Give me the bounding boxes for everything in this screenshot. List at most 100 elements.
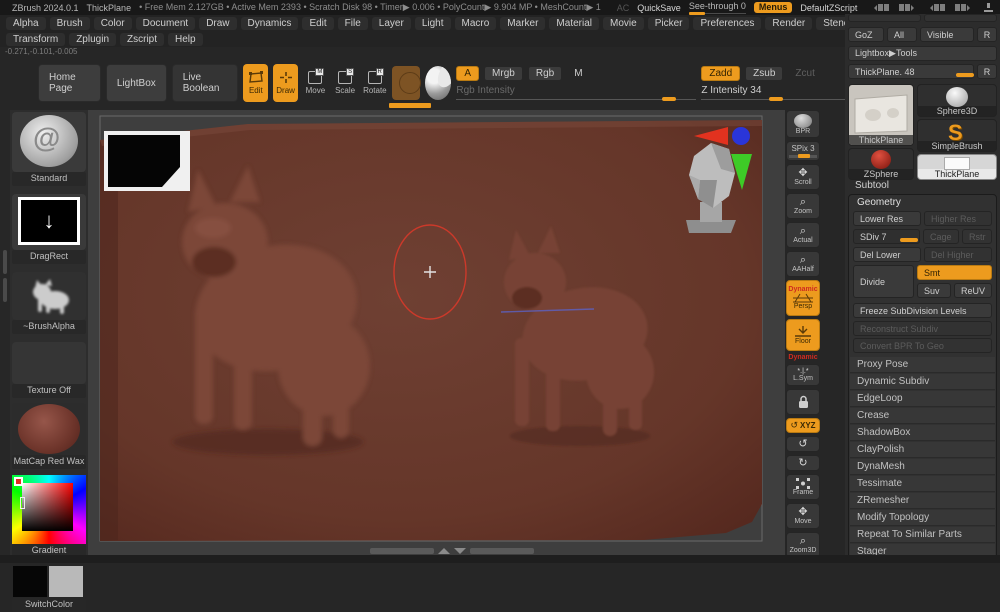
section-edgeloop[interactable]: EdgeLoop: [850, 391, 995, 407]
current-stroke-icon[interactable]: [392, 66, 422, 100]
section-modify-topology[interactable]: Modify Topology: [850, 510, 995, 526]
z-intensity-handle[interactable]: [769, 97, 784, 101]
menu-material[interactable]: Material: [549, 17, 599, 30]
scroll-bar-left[interactable]: [370, 548, 434, 554]
see-through-slider[interactable]: See-through 0: [688, 1, 746, 15]
menu-help[interactable]: Help: [168, 33, 203, 46]
menus-button[interactable]: Menus: [753, 2, 793, 13]
rotate-xyz-button[interactable]: ↺ XYZ: [786, 418, 820, 433]
palette-left-icon[interactable]: [927, 4, 946, 11]
default-zscript-button[interactable]: DefaultZScript: [800, 3, 857, 13]
transparency-lock-button[interactable]: [786, 389, 820, 415]
section-shadowbox[interactable]: ShadowBox: [850, 425, 995, 441]
home-page-button[interactable]: Home Page: [38, 64, 101, 102]
persp-button[interactable]: Dynamic Persp: [786, 280, 820, 316]
z-axis-icon[interactable]: [732, 127, 750, 145]
minimize-icon[interactable]: [983, 3, 994, 12]
r-button-top[interactable]: R: [977, 27, 997, 42]
scale-mode-button[interactable]: S Scale: [333, 64, 358, 102]
menu-document[interactable]: Document: [135, 17, 196, 30]
reconstruct-subdiv-button[interactable]: Reconstruct Subdiv: [853, 321, 992, 336]
sdiv-handle[interactable]: [900, 238, 918, 242]
m-button[interactable]: M: [567, 66, 589, 81]
zsub-button[interactable]: Zsub: [745, 66, 784, 81]
menu-edit[interactable]: Edit: [302, 17, 334, 30]
saturation-value-box[interactable]: [22, 483, 73, 531]
sdiv-slider[interactable]: SDiv 7: [853, 229, 920, 244]
left-tray-scrollbar[interactable]: [0, 110, 10, 563]
menu-dynamics[interactable]: Dynamics: [240, 17, 299, 30]
secondary-color-swatch[interactable]: [49, 566, 83, 597]
tool-thumb-thickplane-selected[interactable]: ThickPlane: [917, 154, 997, 180]
section-dynamesh[interactable]: DynaMesh: [850, 459, 995, 475]
del-lower-button[interactable]: Del Lower: [853, 247, 921, 262]
current-material-thumb[interactable]: [12, 403, 86, 455]
a-button[interactable]: A: [456, 66, 480, 81]
section-tessimate[interactable]: Tessimate: [850, 476, 995, 492]
lightbox-tools-button[interactable]: Lightbox▶Tools: [848, 46, 997, 61]
reuv-button[interactable]: ReUV: [953, 283, 992, 298]
tool-thumb-thickplane-large[interactable]: ThickPlane: [848, 84, 914, 146]
menu-zscript[interactable]: Zscript: [120, 33, 165, 46]
higher-res-button[interactable]: Higher Res: [924, 211, 992, 226]
menu-color[interactable]: Color: [93, 17, 132, 30]
divider-right-icon[interactable]: [899, 4, 917, 11]
convert-bpr-button[interactable]: Convert BPR To Geo: [853, 338, 992, 353]
cage-button[interactable]: Cage: [923, 229, 959, 244]
all-button[interactable]: All: [887, 27, 917, 42]
section-crease[interactable]: Crease: [850, 408, 995, 424]
section-proxy-pose[interactable]: Proxy Pose: [850, 357, 995, 373]
spix-handle[interactable]: [798, 154, 810, 158]
section-repeat-to-similar[interactable]: Repeat To Similar Parts: [850, 527, 995, 543]
zadd-button[interactable]: Zadd: [701, 66, 741, 81]
canvas-bottom-scrollbar[interactable]: [370, 548, 534, 554]
document-canvas[interactable]: [88, 110, 785, 555]
menu-render[interactable]: Render: [765, 17, 813, 30]
menu-marker[interactable]: Marker: [500, 17, 546, 30]
move-mode-button[interactable]: M Move: [303, 64, 328, 102]
suv-toggle[interactable]: Suv: [916, 283, 951, 298]
mrgb-button[interactable]: Mrgb: [484, 66, 523, 81]
actual-button[interactable]: ⌕ Actual: [786, 222, 820, 248]
rgb-button[interactable]: Rgb: [527, 66, 563, 81]
scroll-button[interactable]: ✥ Scroll: [786, 164, 820, 190]
edit-mode-button[interactable]: Edit: [243, 64, 269, 102]
menu-light[interactable]: Light: [414, 17, 451, 30]
r-button-slider[interactable]: R: [977, 64, 997, 79]
current-stroke-thumb[interactable]: ↓: [12, 194, 86, 250]
switch-color-widget[interactable]: [12, 565, 86, 598]
local-symmetry-button[interactable]: *.|.* L.Sym: [786, 364, 820, 386]
menu-file[interactable]: File: [337, 17, 368, 30]
section-dynamic-subdiv[interactable]: Dynamic Subdiv: [850, 374, 995, 390]
divide-button[interactable]: Divide: [853, 265, 914, 298]
menu-brush[interactable]: Brush: [49, 17, 90, 30]
menu-preferences[interactable]: Preferences: [693, 17, 762, 30]
visible-button[interactable]: Visible: [920, 27, 974, 42]
current-material-icon[interactable]: [425, 66, 452, 100]
menu-picker[interactable]: Picker: [647, 17, 690, 30]
freeze-subdivision-button[interactable]: Freeze SubDivision Levels: [853, 303, 992, 318]
live-boolean-button[interactable]: Live Boolean: [171, 64, 239, 102]
rgb-intensity-handle[interactable]: [662, 97, 677, 101]
menu-layer[interactable]: Layer: [371, 17, 411, 30]
section-zremesher[interactable]: ZRemesher: [850, 493, 995, 509]
rotate-mode-button[interactable]: R Rotate: [362, 64, 387, 102]
current-brush-thumb[interactable]: [12, 112, 86, 172]
move-3d-button[interactable]: ✥ Move: [786, 503, 820, 529]
aahalf-button[interactable]: ⌕ AAHalf: [786, 251, 820, 277]
color-picker[interactable]: [12, 475, 86, 544]
menu-draw[interactable]: Draw: [199, 17, 237, 30]
del-higher-button[interactable]: Del Higher: [924, 247, 992, 262]
current-texture-thumb[interactable]: [12, 342, 86, 384]
tool-thumb-zsphere[interactable]: ZSphere: [848, 148, 914, 180]
collapse-down-icon[interactable]: [454, 548, 466, 554]
rotate-z-button[interactable]: ↻: [786, 455, 820, 471]
rgb-intensity-slider[interactable]: Rgb Intensity: [456, 85, 697, 101]
draw-mode-button[interactable]: Draw: [273, 64, 298, 102]
geometry-header[interactable]: Geometry: [857, 197, 901, 208]
menu-transform[interactable]: Transform: [6, 33, 66, 46]
section-claypolish[interactable]: ClayPolish: [850, 442, 995, 458]
current-alpha-thumb[interactable]: [12, 272, 86, 320]
rstr-button[interactable]: Rstr: [962, 229, 992, 244]
zoom-button[interactable]: ⌕ Zoom: [786, 193, 820, 219]
